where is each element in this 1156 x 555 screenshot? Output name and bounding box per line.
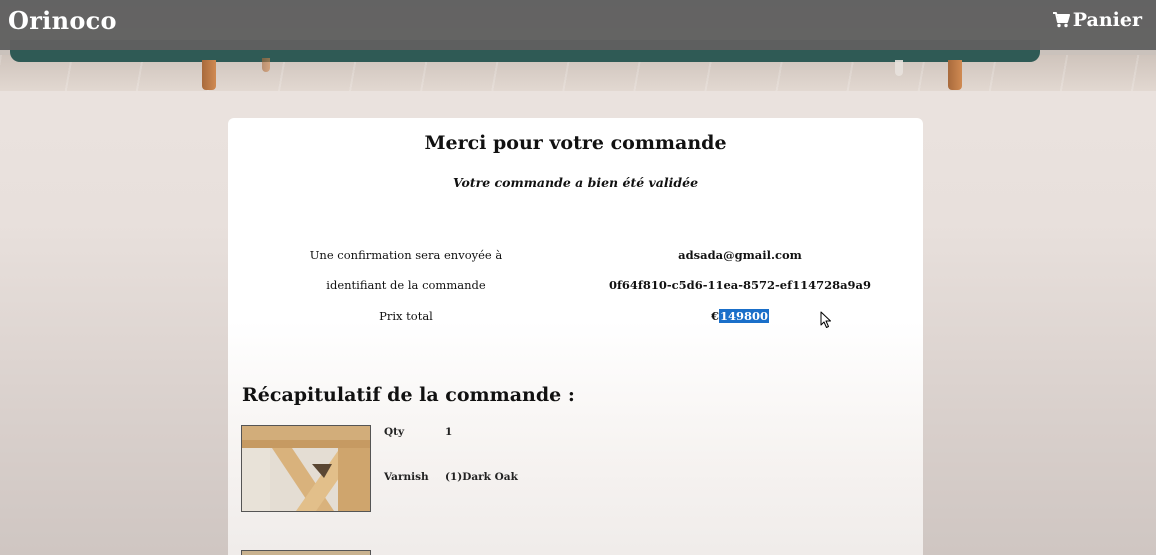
brand-logo[interactable]: Orinoco — [8, 6, 117, 35]
hero-sofa-leg — [948, 60, 962, 90]
mouse-pointer-icon — [820, 311, 832, 333]
product-image — [241, 550, 371, 555]
top-navbar: Orinoco Panier — [0, 0, 1156, 50]
cart-label: Panier — [1072, 9, 1142, 31]
confirmation-email-label: Une confirmation sera envoyée à — [309, 248, 503, 262]
total-price-row: Prix total €149800 — [228, 309, 923, 329]
confirmation-email-row: Une confirmation sera envoyée à adsada@g… — [228, 248, 923, 268]
hero-sofa-leg — [262, 58, 270, 72]
order-summary-heading: Récapitulatif de la commande : — [242, 384, 575, 406]
order-confirmation-card: Merci pour votre commande Votre commande… — [228, 118, 923, 555]
order-id-row: identifiant de la commande 0f64f810-c5d6… — [228, 278, 923, 298]
product-image — [241, 425, 371, 512]
varnish-label: Varnish — [384, 471, 429, 483]
confirmation-email-value: adsada@gmail.com — [678, 248, 802, 262]
order-id-value: 0f64f810-c5d6-11ea-8572-ef114728a9a9 — [608, 278, 871, 292]
currency-symbol: € — [710, 309, 719, 323]
total-price-label: Prix total — [379, 309, 433, 323]
hero-sofa-leg — [895, 60, 903, 76]
page-title: Merci pour votre commande — [424, 132, 727, 154]
total-price-value: €149800 — [590, 309, 890, 323]
total-price-amount-selected[interactable]: 149800 — [719, 309, 770, 323]
hero-sofa-leg — [202, 60, 216, 90]
quantity-value: 1 — [445, 426, 453, 438]
varnish-value: (1)Dark Oak — [445, 471, 518, 483]
order-id-label: identifiant de la commande — [326, 278, 486, 292]
order-validated-message: Votre commande a bien été validée — [452, 175, 699, 190]
shopping-cart-icon — [1052, 12, 1070, 28]
cart-link[interactable]: Panier — [1052, 9, 1142, 31]
quantity-label: Qty — [384, 426, 405, 438]
